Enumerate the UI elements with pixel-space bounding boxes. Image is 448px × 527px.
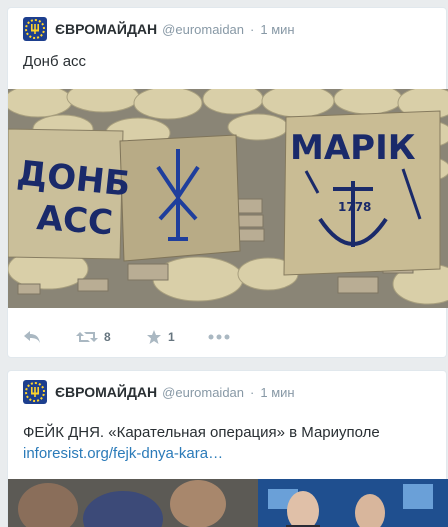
tweet-header: ЄВРОМАЙДАН @euromaidan · 1 мин [23,17,295,41]
retweet-button[interactable]: 8 [76,327,111,347]
author-handle[interactable]: @euromaidan [162,22,244,37]
separator: · [250,384,255,400]
tweet-photo[interactable] [8,479,448,527]
separator: · [250,21,255,37]
reply-button[interactable] [23,327,41,347]
favorite-icon [147,330,161,344]
tweet-text: ФЕЙК ДНЯ. «Карательная операция» в Мариу… [23,424,380,441]
retweet-icon [76,332,98,342]
tweet-card[interactable]: ЄВРОМАЙДАН @euromaidan · 1 мин ФЕЙК ДНЯ.… [7,370,448,527]
author-handle[interactable]: @euromaidan [162,385,244,400]
tweet-actions: 8 1 [8,322,448,352]
tweet-text: Донб асс [23,53,87,70]
tweet-card[interactable]: ЄВРОМАЙДАН @euromaidan · 1 мин Донб асс [7,7,448,358]
timestamp[interactable]: 1 мин [260,22,294,37]
tweet-photo[interactable]: ДОНБ АСС МАРІК 1778 [8,89,448,308]
favorite-count: 1 [168,330,175,344]
more-icon [208,334,230,340]
avatar[interactable] [23,380,47,404]
photo-graphic: ДОНБ АСС МАРІК 1778 [8,89,448,308]
more-button[interactable] [208,327,230,347]
avatar[interactable] [23,17,47,41]
anchor-label: 1778 [338,200,371,214]
graffiti-right: МАРІК [290,128,416,168]
favorite-button[interactable]: 1 [146,327,175,347]
author-name[interactable]: ЄВРОМАЙДАН [55,384,157,400]
timestamp[interactable]: 1 мин [260,385,294,400]
tweet-header: ЄВРОМАЙДАН @euromaidan · 1 мин [23,380,295,404]
timeline: ЄВРОМАЙДАН @euromaidan · 1 мин Донб асс [0,0,448,527]
tweet-link[interactable]: inforesist.org/fejk-dnya-kara… [23,444,223,464]
author-name[interactable]: ЄВРОМАЙДАН [55,21,157,37]
reply-icon [24,331,40,343]
graffiti-left-bottom: АСС [35,198,114,243]
retweet-count: 8 [104,330,111,344]
photo-graphic [8,479,448,527]
